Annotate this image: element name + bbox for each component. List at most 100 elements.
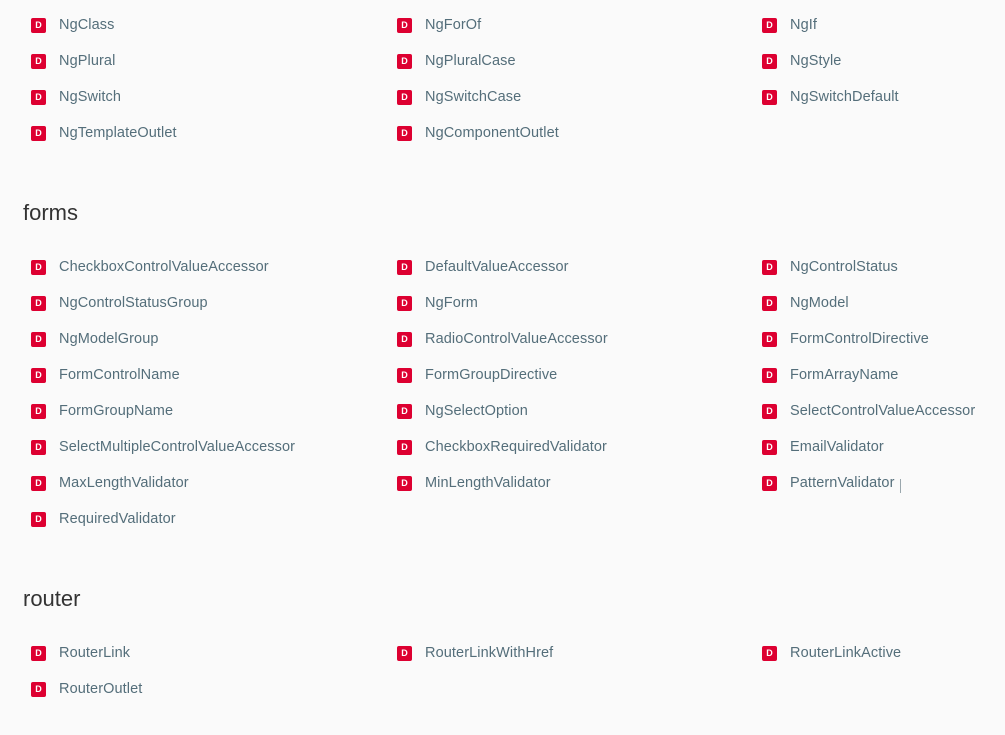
directive-link-patternvalidator[interactable]: D PatternValidator bbox=[731, 465, 1005, 501]
directive-badge-icon: D bbox=[397, 259, 412, 275]
directive-badge-icon: D bbox=[31, 681, 46, 697]
directive-link-routerlink[interactable]: D RouterLink bbox=[0, 635, 366, 671]
directive-badge-icon: D bbox=[762, 367, 777, 383]
directive-link-formgroupdirective[interactable]: D FormGroupDirective bbox=[366, 357, 731, 393]
directive-link-ngselectoption[interactable]: D NgSelectOption bbox=[366, 393, 731, 429]
directive-label: FormArrayName bbox=[790, 367, 899, 383]
directive-link-formcontroldirective[interactable]: D FormControlDirective bbox=[731, 321, 1005, 357]
directive-badge-icon: D bbox=[31, 295, 46, 311]
directive-badge-icon: D bbox=[397, 89, 412, 105]
directive-label: FormGroupDirective bbox=[425, 367, 558, 383]
directive-link-ngcontrolstatusgroup[interactable]: D NgControlStatusGroup bbox=[0, 285, 366, 321]
directive-link-formcontrolname[interactable]: D FormControlName bbox=[0, 357, 366, 393]
directive-label: RouterLinkActive bbox=[790, 645, 902, 661]
directive-link-checkboxrequiredvalidator[interactable]: D CheckboxRequiredValidator bbox=[366, 429, 731, 465]
directive-badge-icon: D bbox=[762, 295, 777, 311]
directive-badge-icon: D bbox=[31, 259, 46, 275]
section-title-router: router bbox=[23, 586, 81, 611]
directive-link-ngswitchcase[interactable]: D NgSwitchCase bbox=[366, 79, 731, 115]
directive-grid-common: D NgClass D NgForOf D NgIf D NgPlural D NgPlu… bbox=[0, 7, 1005, 151]
section-title-forms: forms bbox=[23, 200, 78, 225]
directive-badge-icon: D bbox=[397, 439, 412, 455]
directive-badge-icon: D bbox=[31, 439, 46, 455]
directive-link-ngswitch[interactable]: D NgSwitch bbox=[0, 79, 366, 115]
api-directive-list: D NgClass D NgForOf D NgIf D NgPlural D NgPlu… bbox=[0, 0, 1005, 735]
directive-link-formgroupname[interactable]: D FormGroupName bbox=[0, 393, 366, 429]
directive-badge-icon: D bbox=[762, 89, 777, 105]
directive-link-defaultvalueaccessor[interactable]: D DefaultValueAccessor bbox=[366, 249, 731, 285]
directive-badge-icon: D bbox=[31, 53, 46, 69]
directive-badge-icon: D bbox=[762, 17, 777, 33]
directive-label: EmailValidator bbox=[790, 439, 884, 455]
directive-label: CheckboxControlValueAccessor bbox=[59, 259, 269, 275]
directive-badge-icon: D bbox=[31, 403, 46, 419]
directive-link-selectcontrolvalueaccessor[interactable]: D SelectControlValueAccessor bbox=[731, 393, 1005, 429]
directive-link-ngcomponentoutlet[interactable]: D NgComponentOutlet bbox=[366, 115, 731, 151]
directive-label: FormControlName bbox=[59, 367, 180, 383]
directive-grid-forms: D CheckboxControlValueAccessor D DefaultVa… bbox=[0, 249, 1005, 537]
directive-label: NgPluralCase bbox=[425, 53, 516, 69]
text-cursor bbox=[899, 479, 901, 493]
directive-label: PatternValidator bbox=[790, 475, 895, 491]
directive-link-ngif[interactable]: D NgIf bbox=[731, 7, 1005, 43]
directive-link-routerlinkactive[interactable]: D RouterLinkActive bbox=[731, 635, 1005, 671]
directive-link-ngform[interactable]: D NgForm bbox=[366, 285, 731, 321]
directive-link-requiredvalidator[interactable]: D RequiredValidator bbox=[0, 501, 366, 537]
directive-link-ngstyle[interactable]: D NgStyle bbox=[731, 43, 1005, 79]
directive-link-ngcontrolstatus[interactable]: D NgControlStatus bbox=[731, 249, 1005, 285]
directive-label: NgControlStatusGroup bbox=[59, 295, 208, 311]
directive-link-ngplural[interactable]: D NgPlural bbox=[0, 43, 366, 79]
directive-label: SelectMultipleControlValueAccessor bbox=[59, 439, 296, 455]
directive-label: NgForm bbox=[425, 295, 478, 311]
directive-link-emailvalidator[interactable]: D EmailValidator bbox=[731, 429, 1005, 465]
directive-link-routerlinkwithhref[interactable]: D RouterLinkWithHref bbox=[366, 635, 731, 671]
directive-badge-icon: D bbox=[31, 17, 46, 33]
directive-label: NgForOf bbox=[425, 17, 482, 33]
directive-link-ngpluralcase[interactable]: D NgPluralCase bbox=[366, 43, 731, 79]
directive-link-checkboxcontrolvalueaccessor[interactable]: D CheckboxControlValueAccessor bbox=[0, 249, 366, 285]
directive-label: RouterOutlet bbox=[59, 681, 143, 697]
directive-link-radiocontrolvalueaccessor[interactable]: D RadioControlValueAccessor bbox=[366, 321, 731, 357]
directive-badge-icon: D bbox=[31, 645, 46, 661]
directive-grid-router: D RouterLink D RouterLinkWithHref D RouterL… bbox=[0, 635, 1005, 707]
directive-link-ngforof[interactable]: D NgForOf bbox=[366, 7, 731, 43]
directive-badge-icon: D bbox=[397, 295, 412, 311]
directive-link-maxlengthvalidator[interactable]: D MaxLengthValidator bbox=[0, 465, 366, 501]
directive-badge-icon: D bbox=[762, 475, 777, 491]
directive-label: NgSwitchDefault bbox=[790, 89, 899, 105]
directive-label: RadioControlValueAccessor bbox=[425, 331, 608, 347]
directive-link-ngtemplateoutlet[interactable]: D NgTemplateOutlet bbox=[0, 115, 366, 151]
directive-link-ngclass[interactable]: D NgClass bbox=[0, 7, 366, 43]
directive-label: NgSwitchCase bbox=[425, 89, 522, 105]
directive-label: MinLengthValidator bbox=[425, 475, 551, 491]
directive-badge-icon: D bbox=[397, 125, 412, 141]
directive-label: NgPlural bbox=[59, 53, 116, 69]
directive-link-selectmultiplecontrolvalueaccessor[interactable]: D SelectMultipleControlValueAccessor bbox=[0, 429, 366, 465]
directive-label: SelectControlValueAccessor bbox=[790, 403, 976, 419]
directive-link-routeroutlet[interactable]: D RouterOutlet bbox=[0, 671, 366, 707]
directive-badge-icon: D bbox=[31, 331, 46, 347]
directive-label: RouterLink bbox=[59, 645, 131, 661]
directive-label: CheckboxRequiredValidator bbox=[425, 439, 607, 455]
directive-badge-icon: D bbox=[762, 403, 777, 419]
directive-badge-icon: D bbox=[397, 475, 412, 491]
directive-badge-icon: D bbox=[762, 331, 777, 347]
directive-badge-icon: D bbox=[762, 645, 777, 661]
directive-label: DefaultValueAccessor bbox=[425, 259, 569, 275]
directive-badge-icon: D bbox=[397, 367, 412, 383]
directive-badge-icon: D bbox=[397, 17, 412, 33]
directive-link-minlengthvalidator[interactable]: D MinLengthValidator bbox=[366, 465, 731, 501]
directive-badge-icon: D bbox=[31, 511, 46, 527]
directive-badge-icon: D bbox=[31, 89, 46, 105]
directive-label: NgModel bbox=[790, 295, 849, 311]
directive-label: MaxLengthValidator bbox=[59, 475, 189, 491]
directive-badge-icon: D bbox=[397, 331, 412, 347]
directive-link-ngswitchdefault[interactable]: D NgSwitchDefault bbox=[731, 79, 1005, 115]
directive-badge-icon: D bbox=[397, 403, 412, 419]
directive-link-ngmodel[interactable]: D NgModel bbox=[731, 285, 1005, 321]
directive-link-formarrayname[interactable]: D FormArrayName bbox=[731, 357, 1005, 393]
directive-label: NgSwitch bbox=[59, 89, 122, 105]
directive-label: RequiredValidator bbox=[59, 511, 176, 527]
directive-label: NgControlStatus bbox=[790, 259, 898, 275]
directive-link-ngmodelgroup[interactable]: D NgModelGroup bbox=[0, 321, 366, 357]
